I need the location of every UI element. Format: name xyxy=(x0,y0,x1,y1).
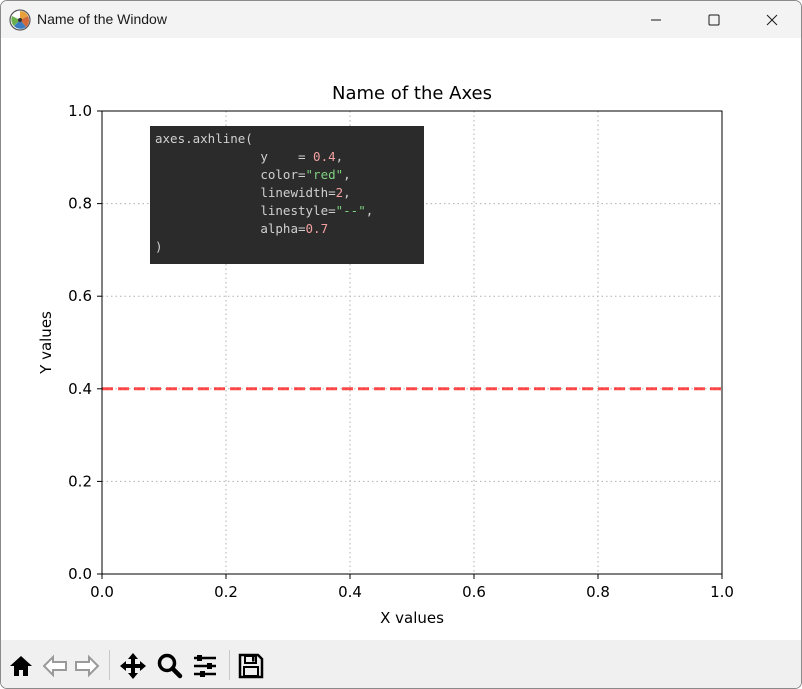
toolbar-separator xyxy=(109,650,110,680)
magnifier-icon xyxy=(157,653,183,679)
code-token: "red" xyxy=(305,167,344,182)
code-token: linewidth= xyxy=(155,185,336,200)
app-icon xyxy=(9,9,31,31)
code-line: ) xyxy=(155,238,424,256)
close-icon xyxy=(766,14,778,25)
code-token: "--" xyxy=(335,203,366,218)
x-axis-label: X values xyxy=(380,609,444,627)
arrow-right-icon xyxy=(75,654,100,678)
y-tick-label: 0.6 xyxy=(68,287,92,305)
code-token: ) xyxy=(155,239,163,254)
configure-subplots-button[interactable] xyxy=(191,652,219,680)
y-tick-label: 1.0 xyxy=(68,102,92,120)
code-token: 0.7 xyxy=(305,221,329,236)
toolbar xyxy=(1,640,801,688)
code-annotation-box: axes.axhline( y = 0.4, color="red", line… xyxy=(150,126,424,264)
maximize-icon xyxy=(708,14,720,25)
x-tick-label: 0.2 xyxy=(214,583,238,601)
code-line: y = 0.4, xyxy=(155,148,424,166)
x-tick-label: 0.8 xyxy=(586,583,610,601)
x-tick-label: 0.0 xyxy=(90,583,114,601)
x-tick-label: 0.6 xyxy=(462,583,486,601)
code-token: 0.4 xyxy=(313,149,336,164)
code-line: linestyle="--", xyxy=(155,202,424,220)
move-icon xyxy=(120,653,146,679)
code-token: , xyxy=(365,203,374,218)
code-token: , xyxy=(335,149,344,164)
home-icon xyxy=(10,656,32,676)
code-token: alpha= xyxy=(155,221,306,236)
code-line: alpha=0.7 xyxy=(155,220,424,238)
code-token: y = xyxy=(155,149,314,164)
toolbar-separator xyxy=(229,650,230,680)
code-token: , xyxy=(343,167,351,182)
close-button[interactable] xyxy=(743,1,801,38)
arrow-left-icon xyxy=(42,654,67,678)
pan-button[interactable] xyxy=(119,652,147,680)
y-axis-label: Y values xyxy=(37,311,55,375)
app-window: Name of the Window 0.0 0.2 0.4 0.6 0.8 1.0 0.0… xyxy=(0,0,802,689)
y-tick-label: 0.2 xyxy=(68,472,92,490)
zoom-button[interactable] xyxy=(155,652,183,680)
figure-canvas[interactable]: 0.0 0.2 0.4 0.6 0.8 1.0 0.0 0.2 0.4 0.6 0.8 1.0 Nam… xyxy=(1,38,801,640)
y-tick-label: 0.4 xyxy=(68,380,92,398)
minimize-button[interactable] xyxy=(627,1,685,38)
code-line: color="red", xyxy=(155,166,424,184)
maximize-button[interactable] xyxy=(685,1,743,38)
minimize-icon xyxy=(651,19,661,20)
floppy-disk-icon xyxy=(238,653,264,679)
save-button[interactable] xyxy=(237,652,265,680)
code-line: linewidth=2, xyxy=(155,184,424,202)
code-token: color= xyxy=(155,167,306,182)
chart-title: Name of the Axes xyxy=(332,83,492,104)
home-button[interactable] xyxy=(7,652,35,680)
code-line: axes.axhline( xyxy=(155,130,424,148)
forward-button[interactable] xyxy=(73,652,101,680)
back-button[interactable] xyxy=(41,652,69,680)
title-bar[interactable]: Name of the Window xyxy=(1,1,801,38)
sliders-icon xyxy=(194,655,216,677)
x-tick-label: 0.4 xyxy=(338,583,362,601)
y-tick-label: 0.8 xyxy=(68,195,92,213)
code-token: linestyle= xyxy=(155,203,336,218)
code-token: axes.axhline( xyxy=(155,131,253,146)
window-title: Name of the Window xyxy=(37,11,167,27)
x-tick-label: 1.0 xyxy=(710,583,734,601)
y-tick-label: 0.0 xyxy=(68,565,92,583)
code-token: , xyxy=(343,185,351,200)
